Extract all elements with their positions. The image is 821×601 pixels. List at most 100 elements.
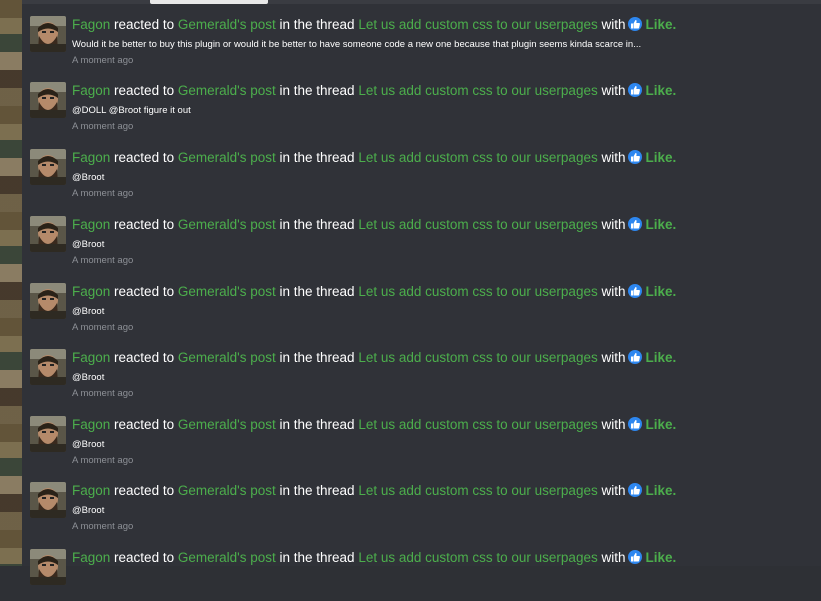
with-text: with bbox=[601, 483, 626, 498]
avatar[interactable] bbox=[30, 549, 66, 585]
avatar[interactable] bbox=[30, 82, 66, 118]
post-link[interactable]: Gemerald's post bbox=[178, 417, 276, 432]
alert-time: A moment ago bbox=[72, 55, 134, 66]
alert-time: A moment ago bbox=[72, 455, 134, 466]
alert-item[interactable]: Fagon reacted to Gemerald's post in the … bbox=[30, 271, 810, 335]
post-link[interactable]: Gemerald's post bbox=[178, 483, 276, 498]
user-link[interactable]: Fagon bbox=[72, 483, 110, 498]
with-text: with bbox=[601, 550, 626, 565]
action-text: reacted to bbox=[114, 284, 175, 299]
alert-time: A moment ago bbox=[72, 322, 134, 333]
user-link[interactable]: Fagon bbox=[72, 83, 110, 98]
alert-snippet: @Broot bbox=[72, 239, 105, 250]
avatar-image bbox=[30, 149, 66, 185]
post-link[interactable]: Gemerald's post bbox=[178, 83, 276, 98]
thread-link[interactable]: Let us add custom css to our userpages bbox=[358, 350, 597, 365]
action-text: reacted to bbox=[114, 17, 175, 32]
alert-time: A moment ago bbox=[72, 388, 134, 399]
user-link[interactable]: Fagon bbox=[72, 550, 110, 565]
action-text: reacted to bbox=[114, 483, 175, 498]
alert-item[interactable]: Fagon reacted to Gemerald's post in the … bbox=[30, 537, 810, 601]
avatar[interactable] bbox=[30, 482, 66, 518]
action-text: reacted to bbox=[114, 83, 175, 98]
alert-time: A moment ago bbox=[72, 521, 134, 532]
alert-item[interactable]: Fagon reacted to Gemerald's post in the … bbox=[30, 137, 810, 201]
user-link[interactable]: Fagon bbox=[72, 150, 110, 165]
thumbs-up-icon bbox=[627, 417, 642, 431]
alert-item[interactable]: Fagon reacted to Gemerald's post in the … bbox=[30, 470, 810, 534]
in-thread-text: in the thread bbox=[279, 217, 355, 232]
with-text: with bbox=[601, 350, 626, 365]
post-link[interactable]: Gemerald's post bbox=[178, 17, 276, 32]
user-link[interactable]: Fagon bbox=[72, 417, 110, 432]
avatar[interactable] bbox=[30, 283, 66, 319]
avatar-image bbox=[30, 349, 66, 385]
with-text: with bbox=[601, 83, 626, 98]
reaction-label: Like. bbox=[645, 550, 677, 565]
reaction-label: Like. bbox=[645, 284, 677, 299]
user-link[interactable]: Fagon bbox=[72, 17, 110, 32]
alert-item[interactable]: Fagon reacted to Gemerald's post in the … bbox=[30, 4, 810, 68]
thread-link[interactable]: Let us add custom css to our userpages bbox=[358, 150, 597, 165]
action-text: reacted to bbox=[114, 350, 175, 365]
with-text: with bbox=[601, 150, 626, 165]
avatar[interactable] bbox=[30, 149, 66, 185]
thread-link[interactable]: Let us add custom css to our userpages bbox=[358, 417, 597, 432]
thread-link[interactable]: Let us add custom css to our userpages bbox=[358, 17, 597, 32]
user-link[interactable]: Fagon bbox=[72, 284, 110, 299]
thumbs-up-icon bbox=[627, 550, 642, 564]
post-link[interactable]: Gemerald's post bbox=[178, 350, 276, 365]
thread-link[interactable]: Let us add custom css to our userpages bbox=[358, 550, 597, 565]
alert-snippet: @Broot bbox=[72, 372, 105, 383]
alert-snippet: @DOLL @Broot figure it out bbox=[72, 105, 191, 116]
alert-text: Fagon reacted to Gemerald's post in the … bbox=[72, 483, 676, 499]
background-image-strip bbox=[0, 0, 22, 566]
reaction-label: Like. bbox=[645, 417, 677, 432]
thumbs-up-icon bbox=[627, 17, 642, 31]
alert-text: Fagon reacted to Gemerald's post in the … bbox=[72, 17, 676, 33]
thread-link[interactable]: Let us add custom css to our userpages bbox=[358, 284, 597, 299]
alert-snippet: @Broot bbox=[72, 505, 105, 516]
avatar[interactable] bbox=[30, 216, 66, 252]
reaction-label: Like. bbox=[645, 483, 677, 498]
avatar-image bbox=[30, 549, 66, 585]
in-thread-text: in the thread bbox=[279, 350, 355, 365]
alert-item[interactable]: Fagon reacted to Gemerald's post in the … bbox=[30, 404, 810, 468]
alert-item[interactable]: Fagon reacted to Gemerald's post in the … bbox=[30, 204, 810, 268]
avatar-image bbox=[30, 16, 66, 52]
user-link[interactable]: Fagon bbox=[72, 350, 110, 365]
thumbs-up-icon bbox=[627, 150, 642, 164]
alert-text: Fagon reacted to Gemerald's post in the … bbox=[72, 150, 676, 166]
post-link[interactable]: Gemerald's post bbox=[178, 284, 276, 299]
thread-link[interactable]: Let us add custom css to our userpages bbox=[358, 217, 597, 232]
post-link[interactable]: Gemerald's post bbox=[178, 217, 276, 232]
alert-text: Fagon reacted to Gemerald's post in the … bbox=[72, 550, 676, 566]
alert-text: Fagon reacted to Gemerald's post in the … bbox=[72, 217, 676, 233]
thread-link[interactable]: Let us add custom css to our userpages bbox=[358, 483, 597, 498]
reaction-label: Like. bbox=[645, 350, 677, 365]
alert-item[interactable]: Fagon reacted to Gemerald's post in the … bbox=[30, 337, 810, 401]
alert-snippet: @Broot bbox=[72, 306, 105, 317]
thumbs-up-icon bbox=[627, 284, 642, 298]
thumbs-up-icon bbox=[627, 350, 642, 364]
alert-time: A moment ago bbox=[72, 255, 134, 266]
thumbs-up-icon bbox=[627, 217, 642, 231]
avatar[interactable] bbox=[30, 416, 66, 452]
action-text: reacted to bbox=[114, 550, 175, 565]
in-thread-text: in the thread bbox=[279, 550, 355, 565]
avatar[interactable] bbox=[30, 349, 66, 385]
post-link[interactable]: Gemerald's post bbox=[178, 150, 276, 165]
with-text: with bbox=[601, 217, 626, 232]
alert-item[interactable]: Fagon reacted to Gemerald's post in the … bbox=[30, 70, 810, 134]
post-link[interactable]: Gemerald's post bbox=[178, 550, 276, 565]
alert-text: Fagon reacted to Gemerald's post in the … bbox=[72, 284, 676, 300]
thumbs-up-icon bbox=[627, 83, 642, 97]
avatar[interactable] bbox=[30, 16, 66, 52]
avatar-image bbox=[30, 82, 66, 118]
thumbs-up-icon bbox=[627, 483, 642, 497]
user-link[interactable]: Fagon bbox=[72, 217, 110, 232]
in-thread-text: in the thread bbox=[279, 483, 355, 498]
alert-time: A moment ago bbox=[72, 188, 134, 199]
action-text: reacted to bbox=[114, 417, 175, 432]
thread-link[interactable]: Let us add custom css to our userpages bbox=[358, 83, 597, 98]
